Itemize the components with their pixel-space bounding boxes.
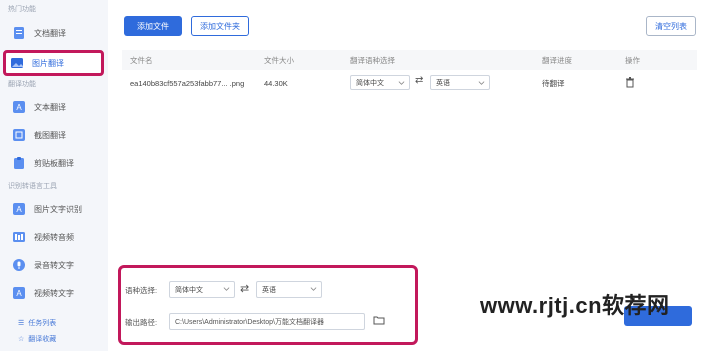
chevron-down-icon [310,287,317,291]
svg-text:A: A [16,289,22,298]
file-name: ea140b83cf557a253fabb77... .png [130,78,245,88]
swap-icon[interactable]: ⇄ [240,282,249,295]
row-source-lang-value: 简体中文 [356,79,384,87]
section-translate-title: 翻译功能 [8,81,36,88]
row-target-lang-value: 英语 [436,79,450,87]
row-target-lang-select[interactable]: 英语 [430,75,490,90]
section-ocr-title: 识别转语言工具 [8,183,57,190]
watermark-text: www.rjtj.cn软荐网 [480,293,670,318]
chevron-down-icon [223,287,230,291]
sidebar-item-label: 文档翻译 [34,28,66,38]
add-file-button[interactable]: 添加文件 [124,16,182,36]
sidebar-item-label: 图片翻译 [32,58,64,68]
svg-text:A: A [16,103,22,112]
sidebar-item-text-translate[interactable]: A 文本翻译 [8,96,104,118]
table-header: 文件名 文件大小 翻译语种选择 翻译进度 操作 [122,50,697,70]
sidebar-item-video-text[interactable]: A 视频转文字 [8,282,104,304]
header-name: 文件名 [130,55,153,65]
clipboard-icon [12,156,26,170]
header-size: 文件大小 [264,55,294,65]
sidebar-item-label: 截图翻译 [34,130,66,140]
target-lang-select[interactable]: 英语 [256,281,322,298]
sidebar-item-label: 录音转文字 [34,260,74,270]
screenshot-icon [12,128,26,142]
target-lang-value: 英语 [262,286,276,294]
sidebar-item-clipboard-translate[interactable]: 剪贴板翻译 [8,152,104,174]
favorites-link[interactable]: ☆ 翻译收藏 [18,334,56,344]
sidebar-item-label: 视频转文字 [34,288,74,298]
clear-list-button[interactable]: 清空列表 [646,16,696,36]
video-text-icon: A [12,286,26,300]
output-path-label: 输出路径: [125,318,158,327]
row-source-lang-select[interactable]: 简体中文 [350,75,410,90]
header-action: 操作 [625,55,640,65]
list-icon: ☰ [18,320,25,327]
ocr-icon: A [12,202,26,216]
chevron-down-icon [478,81,485,85]
output-settings-panel: 语种选择: 简体中文 ⇄ 英语 输出路径: C:\Users\Administr… [118,265,418,345]
favorites-label: 翻译收藏 [28,336,57,343]
add-folder-button[interactable]: 添加文件夹 [191,16,249,36]
swap-icon[interactable]: ⇄ [415,75,423,86]
sidebar-item-ocr[interactable]: A 图片文字识别 [8,198,104,220]
image-icon [10,56,24,70]
table-row: ea140b83cf557a253fabb77... .png 44.30K 简… [122,70,697,96]
source-lang-select[interactable]: 简体中文 [169,281,235,298]
delete-icon[interactable] [625,77,635,90]
sidebar-item-audio-text[interactable]: 录音转文字 [8,254,104,276]
text-icon: A [12,100,26,114]
output-path-field[interactable]: C:\Users\Administrator\Desktop\万能文档翻译器 [169,313,365,330]
sidebar-item-label: 文本翻译 [34,102,66,112]
sidebar-item-image-translate[interactable]: 图片翻译 [3,50,104,76]
sidebar-item-doc-translate[interactable]: 文档翻译 [8,22,104,44]
star-icon: ☆ [18,336,25,343]
sidebar-item-label: 剪贴板翻译 [34,158,74,168]
header-lang: 翻译语种选择 [350,55,395,65]
source-lang-value: 简体中文 [175,286,203,294]
sidebar-item-screenshot-translate[interactable]: 截图翻译 [8,124,104,146]
section-hot-title: 热门功能 [8,6,36,13]
document-icon [12,26,26,40]
sidebar-item-label: 视频转音频 [34,232,74,242]
sidebar: 热门功能 文档翻译 图片翻译 翻译功能 A 文本翻译 截图翻译 剪贴板翻译 识别… [0,0,108,351]
task-list-label: 任务列表 [28,320,57,327]
video-icon [12,230,26,244]
svg-text:A: A [16,205,22,214]
mic-icon [12,258,26,272]
sidebar-item-label: 图片文字识别 [34,204,82,214]
sidebar-item-video-audio[interactable]: 视频转音频 [8,226,104,248]
file-size: 44.30K [264,78,288,88]
header-progress: 翻译进度 [542,55,572,65]
lang-select-label: 语种选择: [125,286,158,295]
row-progress: 待翻译 [542,78,565,88]
folder-icon[interactable] [373,315,385,327]
chevron-down-icon [398,81,405,85]
task-list-link[interactable]: ☰ 任务列表 [18,318,56,328]
